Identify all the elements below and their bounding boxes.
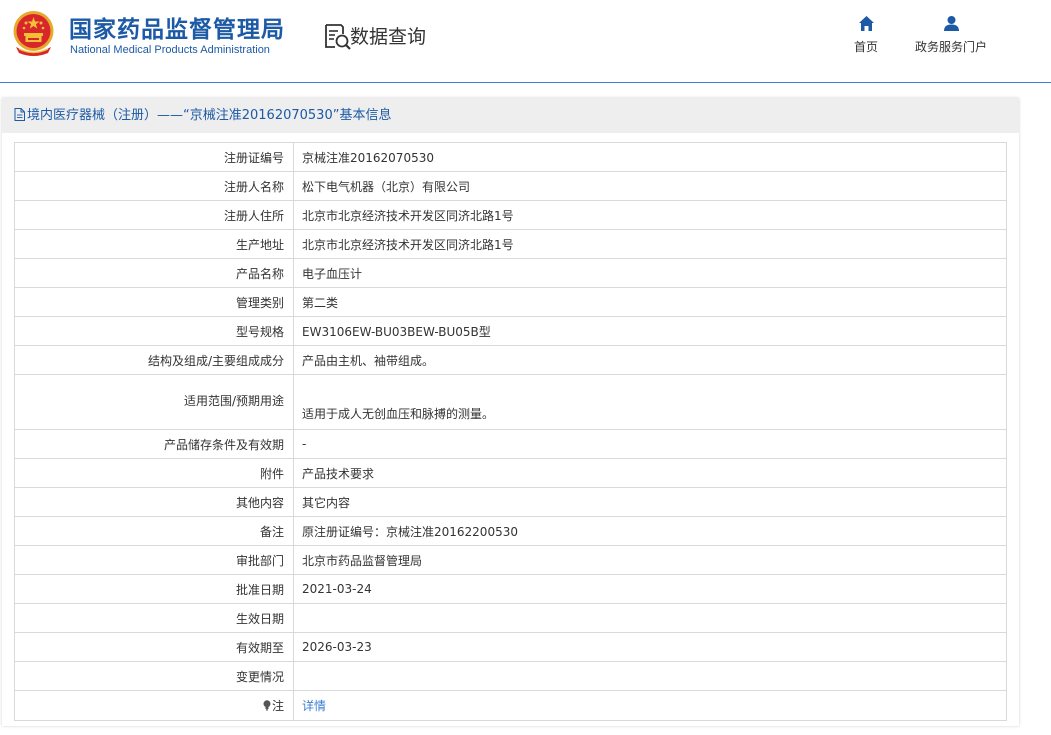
field-value: EW3106EW-BU03BEW-BU05B型: [293, 316, 1007, 346]
field-value: 北京市药品监督管理局: [293, 545, 1007, 575]
table-row: 型号规格 EW3106EW-BU03BEW-BU05B型: [14, 316, 1007, 346]
table-row: 产品储存条件及有效期 -: [14, 429, 1007, 459]
device-info-table: 注册证编号 京械注准20162070530 注册人名称 松下电气机器（北京）有限…: [14, 142, 1007, 721]
field-label: 注册人住所: [14, 200, 294, 230]
field-value: 京械注准20162070530: [293, 142, 1007, 172]
nav-home[interactable]: 首页: [846, 15, 886, 59]
field-label: 有效期至: [14, 632, 294, 662]
field-label: 结构及组成/主要组成成分: [14, 345, 294, 375]
table-row: 适用范围/预期用途 适用于成人无创血压和脉搏的测量。: [14, 374, 1007, 430]
lightbulb-icon: [263, 700, 271, 711]
field-value: 2026-03-23: [293, 632, 1007, 662]
table-row: 注册人名称 松下电气机器（北京）有限公司: [14, 171, 1007, 201]
field-value: 详情: [293, 690, 1007, 721]
page-title: 数据查询: [350, 26, 427, 48]
field-value: 松下电气机器（北京）有限公司: [293, 171, 1007, 201]
field-value: [293, 603, 1007, 633]
document-icon: [14, 108, 25, 121]
field-label: 产品名称: [14, 258, 294, 288]
document-search-icon: [325, 24, 351, 50]
org-name-en: National Medical Products Administration: [70, 44, 270, 56]
field-label: 适用范围/预期用途: [14, 374, 294, 430]
org-name-cn: 国家药品监督管理局: [69, 17, 285, 43]
field-label: 管理类别: [14, 287, 294, 317]
note-label: 注: [271, 699, 284, 713]
field-label: 生效日期: [14, 603, 294, 633]
table-row: 生效日期: [14, 603, 1007, 633]
panel-title: 境内医疗器械（注册）——“京械注准20162070530”基本信息: [27, 108, 392, 123]
field-value: 产品由主机、袖带组成。: [293, 345, 1007, 375]
table-row: 有效期至 2026-03-23: [14, 632, 1007, 662]
field-value: 产品技术要求: [293, 458, 1007, 488]
field-label: 变更情况: [14, 661, 294, 691]
table-row: 变更情况: [14, 661, 1007, 691]
field-label: 产品储存条件及有效期: [14, 429, 294, 459]
detail-panel: 境内医疗器械（注册）——“京械注准20162070530”基本信息 注册证编号 …: [2, 98, 1019, 726]
field-label: 批准日期: [14, 574, 294, 604]
user-icon: [943, 16, 959, 31]
field-value: 第二类: [293, 287, 1007, 317]
field-label: 其他内容: [14, 487, 294, 517]
field-value: 其它内容: [293, 487, 1007, 517]
field-label: 附件: [14, 458, 294, 488]
table-row: 备注 原注册证编号：京械注准20162200530: [14, 516, 1007, 546]
field-label: 注册人名称: [14, 171, 294, 201]
table-row: 管理类别 第二类: [14, 287, 1007, 317]
field-value: -: [293, 429, 1007, 459]
national-emblem-icon: [13, 11, 54, 56]
nav-home-label: 首页: [853, 40, 878, 54]
field-label-note: 注: [14, 690, 294, 721]
field-label: 备注: [14, 516, 294, 546]
home-icon: [858, 16, 874, 31]
site-header: 国家药品监督管理局 National Medical Products Admi…: [0, 0, 1051, 83]
table-row: 注册人住所 北京市北京经济技术开发区同济北路1号: [14, 200, 1007, 230]
field-value: 适用于成人无创血压和脉搏的测量。: [293, 374, 1007, 430]
nav-portal-label: 政务服务门户: [914, 40, 987, 54]
table-row: 审批部门 北京市药品监督管理局: [14, 545, 1007, 575]
field-value: [293, 661, 1007, 691]
table-row: 生产地址 北京市北京经济技术开发区同济北路1号: [14, 229, 1007, 259]
field-label: 注册证编号: [14, 142, 294, 172]
field-value: 电子血压计: [293, 258, 1007, 288]
field-value: 2021-03-24: [293, 574, 1007, 604]
field-label: 生产地址: [14, 229, 294, 259]
panel-header: 境内医疗器械（注册）——“京械注准20162070530”基本信息: [2, 98, 1019, 133]
field-value: 原注册证编号：京械注准20162200530: [293, 516, 1007, 546]
table-row: 其他内容 其它内容: [14, 487, 1007, 517]
table-row: 结构及组成/主要组成成分 产品由主机、袖带组成。: [14, 345, 1007, 375]
nav-service-portal[interactable]: 政务服务门户: [910, 15, 992, 59]
field-label: 审批部门: [14, 545, 294, 575]
field-label: 型号规格: [14, 316, 294, 346]
table-row: 注册证编号 京械注准20162070530: [14, 142, 1007, 172]
table-row: 产品名称 电子血压计: [14, 258, 1007, 288]
table-row: 批准日期 2021-03-24: [14, 574, 1007, 604]
field-value: 北京市北京经济技术开发区同济北路1号: [293, 229, 1007, 259]
table-row: 附件 产品技术要求: [14, 458, 1007, 488]
field-value: 北京市北京经济技术开发区同济北路1号: [293, 200, 1007, 230]
table-row: 注 详情: [14, 690, 1007, 721]
details-link[interactable]: 详情: [302, 699, 326, 713]
